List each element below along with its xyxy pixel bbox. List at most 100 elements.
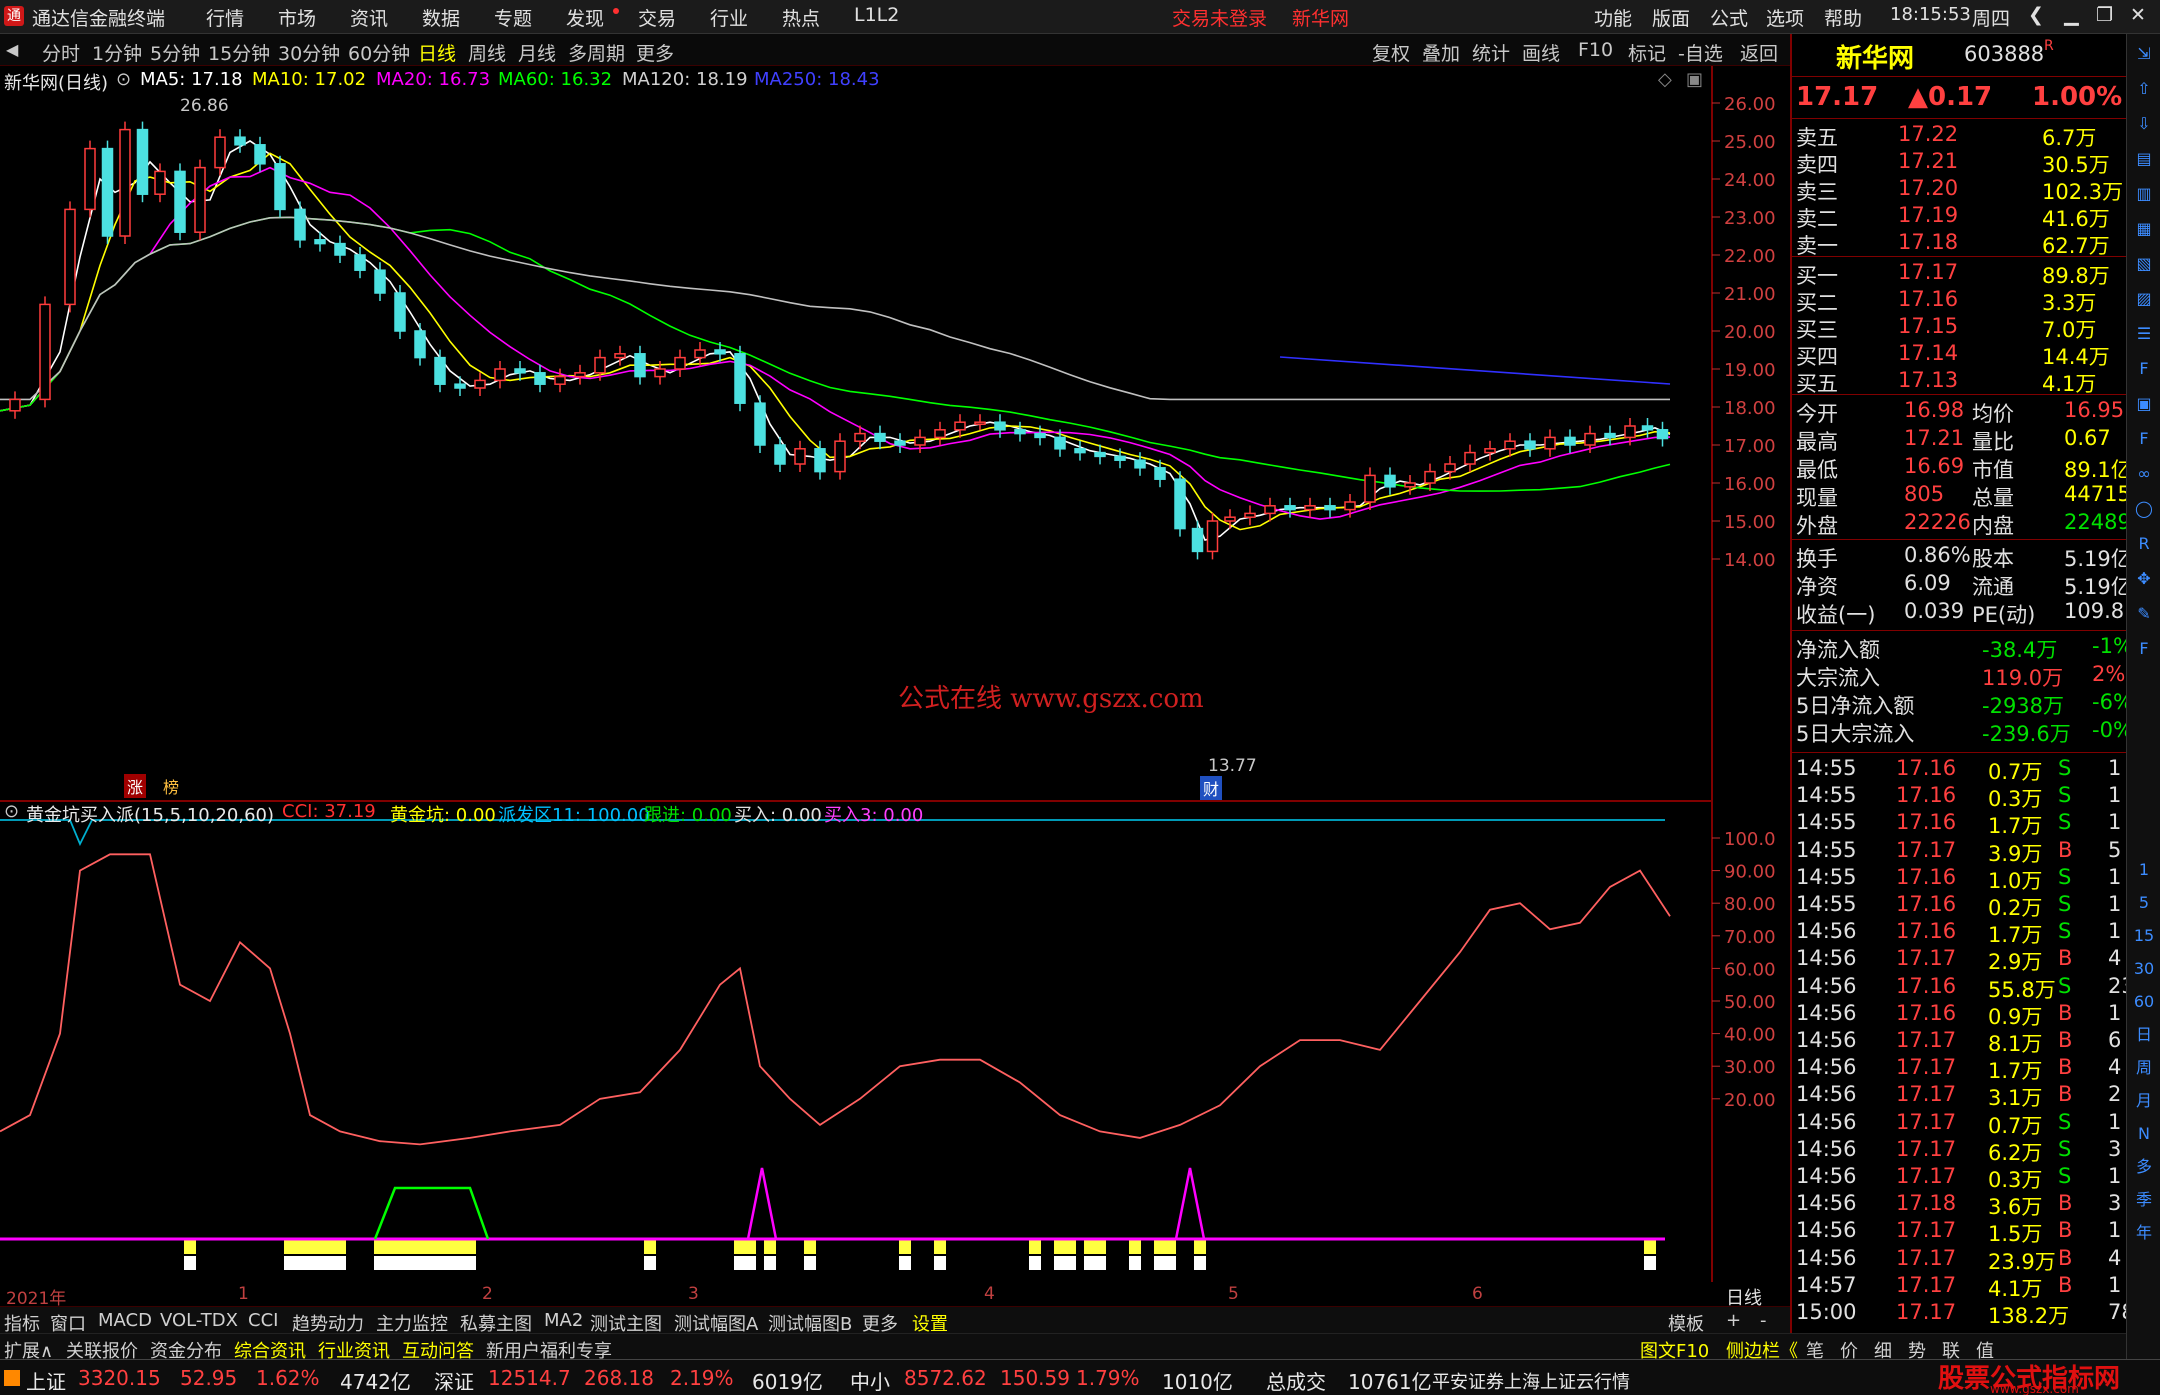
period-day[interactable]: 日线: [418, 39, 456, 66]
period-prev-icon[interactable]: ◀: [6, 40, 18, 59]
tab-cci[interactable]: CCI: [248, 1310, 278, 1331]
period-shortcut-3[interactable]: 30: [2132, 957, 2156, 981]
legend-ma20: MA20: 16.73: [376, 69, 491, 90]
menu-function[interactable]: 功能: [1594, 4, 1632, 31]
period-shortcut-0[interactable]: 1: [2132, 858, 2156, 882]
period-30min[interactable]: 30分钟: [278, 39, 340, 66]
high-price-label: 26.86: [180, 96, 229, 116]
menu-data[interactable]: 数据: [422, 4, 460, 31]
link-icon[interactable]: ∞: [2132, 462, 2156, 486]
period-shortcut-2[interactable]: 15: [2132, 924, 2156, 948]
period-shortcut-7[interactable]: 月: [2132, 1089, 2156, 1113]
period-shortcut-6[interactable]: 周: [2132, 1056, 2156, 1080]
login-status[interactable]: 交易未登录: [1172, 4, 1267, 31]
fs-icon[interactable]: F: [2132, 637, 2156, 661]
tick-volume: 0.2万: [1988, 896, 2043, 920]
minimize-icon[interactable]: ▁: [2064, 4, 2079, 26]
menu-topic[interactable]: 专题: [494, 4, 532, 31]
fold-icon[interactable]: ⇲: [2132, 42, 2156, 66]
menu-trade[interactable]: 交易: [638, 4, 676, 31]
menu-discover[interactable]: 发现: [566, 4, 604, 31]
period-shortcut-8[interactable]: N: [2132, 1122, 2156, 1146]
period-5min[interactable]: 5分钟: [150, 39, 200, 66]
chart-diamond-icon[interactable]: ◇: [1658, 69, 1672, 90]
candle-body: [1224, 516, 1236, 522]
period-shortcut-4[interactable]: 60: [2132, 990, 2156, 1014]
candle-body: [414, 330, 426, 359]
restore-icon[interactable]: ❐: [2096, 4, 2113, 26]
close-icon[interactable]: ✕: [2130, 4, 2146, 26]
indicator-settings-icon[interactable]: ⊙: [4, 801, 19, 822]
pen-icon[interactable]: ✎: [2132, 602, 2156, 626]
badge-rank[interactable]: 榜: [160, 774, 182, 798]
period-shortcut-5[interactable]: 日: [2132, 1023, 2156, 1047]
period-month[interactable]: 月线: [518, 39, 556, 66]
menu-news[interactable]: 资讯: [350, 4, 388, 31]
tab-add[interactable]: +: [1726, 1310, 1741, 1331]
stat-value: 16.69: [1904, 454, 1965, 478]
period-week[interactable]: 周线: [468, 39, 506, 66]
sh-index-name[interactable]: 上证: [26, 1366, 66, 1395]
menu-layout[interactable]: 版面: [1652, 4, 1690, 31]
candle-body: [714, 349, 726, 355]
tool-return[interactable]: 返回: [1740, 39, 1778, 66]
tool-remove-favorite[interactable]: -自选: [1678, 39, 1723, 66]
period-shortcut-1[interactable]: 5: [2132, 891, 2156, 915]
period-more[interactable]: 更多: [636, 39, 674, 66]
price-chart[interactable]: 26.00 25.00 24.00 23.00 22.00 21.00 20.00 19.00…: [0, 66, 1790, 802]
period-multi[interactable]: 多周期: [568, 39, 625, 66]
chart3-icon[interactable]: ▦: [2132, 217, 2156, 241]
period-15min[interactable]: 15分钟: [208, 39, 270, 66]
tool-mark[interactable]: 标记: [1628, 39, 1666, 66]
chart1-icon[interactable]: ▤: [2132, 147, 2156, 171]
menu-market[interactable]: 市场: [278, 4, 316, 31]
menu-hot[interactable]: 热点: [782, 4, 820, 31]
tool-draw[interactable]: 画线: [1522, 39, 1560, 66]
move-icon[interactable]: ✥: [2132, 567, 2156, 591]
tool-f10[interactable]: F10: [1578, 39, 1613, 61]
chart-collapse-icon[interactable]: ▣: [1686, 69, 1703, 90]
zx-index-name[interactable]: 中小: [850, 1366, 890, 1395]
period-1min[interactable]: 1分钟: [92, 39, 142, 66]
menu-formula[interactable]: 公式: [1710, 4, 1748, 31]
ind-legend-title[interactable]: 黄金坑买入派(15,5,10,20,60): [26, 801, 274, 827]
tab-vol-tdx[interactable]: VOL-TDX: [160, 1310, 238, 1331]
status-ticker[interactable]: 平安证券上海上证云行情: [1432, 1368, 1630, 1394]
chart4-icon[interactable]: ▧: [2132, 252, 2156, 276]
main-legend-expand-icon[interactable]: ⊙: [116, 69, 131, 90]
tab-remove[interactable]: -: [1760, 1310, 1767, 1331]
candle-body: [64, 208, 76, 306]
back-icon[interactable]: ❮: [2028, 4, 2044, 26]
up-icon[interactable]: ⇧: [2132, 77, 2156, 101]
tool-stats[interactable]: 统计: [1472, 39, 1510, 66]
news-icon[interactable]: ▣: [2132, 392, 2156, 416]
f2-icon[interactable]: F: [2132, 427, 2156, 451]
flow-pct: 2%: [2092, 662, 2126, 686]
tool-adjust[interactable]: 复权: [1372, 39, 1410, 66]
period-shortcut-11[interactable]: 年: [2132, 1221, 2156, 1245]
period-shortcut-9[interactable]: 多: [2132, 1155, 2156, 1179]
tab-macd[interactable]: MACD: [98, 1310, 152, 1331]
period-timeshare[interactable]: 分时: [42, 39, 80, 66]
chart2-icon[interactable]: ▥: [2132, 182, 2156, 206]
tool-overlay[interactable]: 叠加: [1422, 39, 1460, 66]
rsi-icon[interactable]: R: [2132, 532, 2156, 556]
tab-ma2[interactable]: MA2: [544, 1310, 583, 1331]
menu-options[interactable]: 选项: [1766, 4, 1804, 31]
list-icon[interactable]: ☰: [2132, 322, 2156, 346]
circle-icon[interactable]: ◯: [2132, 497, 2156, 521]
tick-volume: 0.7万: [1988, 760, 2043, 784]
chart5-icon[interactable]: ▨: [2132, 287, 2156, 311]
f10-icon[interactable]: F: [2132, 357, 2156, 381]
menu-quote[interactable]: 行情: [206, 4, 244, 31]
menu-l1l2[interactable]: L1L2: [854, 4, 899, 26]
menu-industry[interactable]: 行业: [710, 4, 748, 31]
badge-up[interactable]: 涨: [124, 774, 147, 798]
period-60min[interactable]: 60分钟: [348, 39, 410, 66]
sz-index-name[interactable]: 深证: [434, 1366, 474, 1395]
menu-help[interactable]: 帮助: [1824, 4, 1862, 31]
indicator-chart[interactable]: 100.0 90.00 80.00 70.00 60.00 50.00 40.00 30.00…: [0, 801, 1790, 1282]
badge-cai[interactable]: 财: [1200, 776, 1223, 800]
period-shortcut-10[interactable]: 季: [2132, 1188, 2156, 1212]
down-icon[interactable]: ⇩: [2132, 112, 2156, 136]
